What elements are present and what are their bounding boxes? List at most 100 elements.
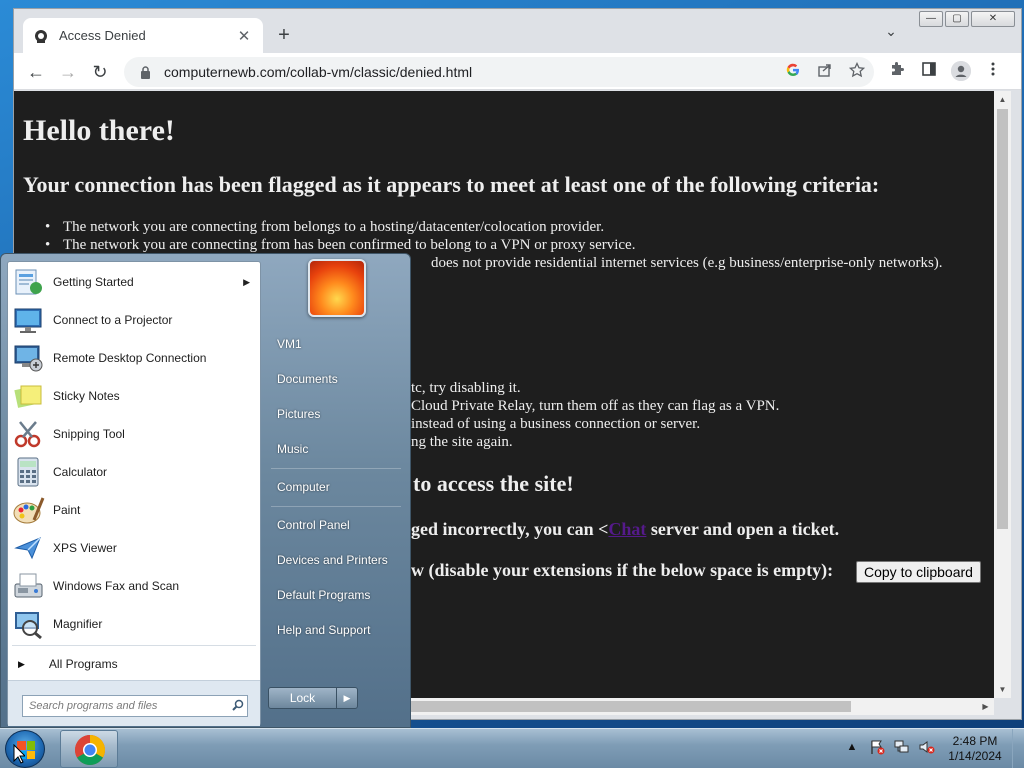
program-paint[interactable]: Paint xyxy=(12,491,258,529)
bookmark-star-icon[interactable] xyxy=(848,61,866,82)
google-lens-icon[interactable] xyxy=(784,62,802,82)
copy-to-clipboard-button[interactable]: Copy to clipboard xyxy=(856,561,981,583)
all-programs-item[interactable]: ▶ All Programs xyxy=(18,657,118,671)
start-menu: Getting Started ▶ Connect to a Projector… xyxy=(0,253,411,728)
right-item-computer[interactable]: Computer xyxy=(277,480,330,494)
program-label: XPS Viewer xyxy=(53,541,117,555)
programs-divider xyxy=(12,645,256,646)
program-remote-desktop[interactable]: Remote Desktop Connection xyxy=(12,339,258,377)
right-item-user[interactable]: VM1 xyxy=(277,337,302,351)
scroll-down-icon[interactable]: ▼ xyxy=(994,681,1011,698)
share-icon[interactable] xyxy=(816,62,834,82)
sticky-notes-icon xyxy=(12,380,46,412)
program-label: Magnifier xyxy=(53,617,103,631)
side-panel-icon[interactable] xyxy=(919,61,939,81)
getting-started-icon xyxy=(12,266,46,298)
program-calculator[interactable]: Calculator xyxy=(12,453,258,491)
minimize-button[interactable]: — xyxy=(919,11,943,27)
close-window-button[interactable]: ✕ xyxy=(971,11,1015,27)
taskbar-chrome-button[interactable] xyxy=(60,730,118,768)
show-hidden-icons-icon[interactable]: ▲ xyxy=(844,739,860,755)
program-fax-scan[interactable]: Windows Fax and Scan xyxy=(12,567,258,605)
url-text: computernewb.com/collab-vm/classic/denie… xyxy=(164,64,473,80)
program-label: Connect to a Projector xyxy=(53,313,173,327)
user-picture[interactable] xyxy=(308,259,366,317)
start-menu-programs-pane: Getting Started ▶ Connect to a Projector… xyxy=(7,261,261,726)
clock-date: 1/14/2024 xyxy=(948,749,1002,763)
tab-title: Access Denied xyxy=(59,28,146,43)
reload-button[interactable]: ↻ xyxy=(88,60,112,84)
program-label: Windows Fax and Scan xyxy=(53,579,180,593)
scroll-right-icon[interactable]: ▶ xyxy=(977,698,994,715)
right-item-pictures[interactable]: Pictures xyxy=(277,407,320,421)
chrome-logo-icon xyxy=(74,735,106,766)
new-tab-button[interactable]: + xyxy=(272,23,296,47)
back-button[interactable]: ← xyxy=(24,60,48,84)
tab-strip: Access Denied ✕ + ⌄ — ▢ ✕ xyxy=(14,9,1021,53)
tip-item: tc, try disabling it. xyxy=(411,380,521,396)
start-search-input[interactable]: Search programs and files xyxy=(22,695,248,717)
extensions-puzzle-icon[interactable] xyxy=(887,61,907,81)
menu-kebab-icon[interactable] xyxy=(983,61,1003,81)
system-tray: ▲ xyxy=(844,739,935,755)
program-sticky-notes[interactable]: Sticky Notes xyxy=(12,377,258,415)
right-item-documents[interactable]: Documents xyxy=(277,372,338,386)
chat-link[interactable]: Chat xyxy=(608,519,646,539)
vertical-scrollbar[interactable]: ▲ ▼ xyxy=(994,91,1011,698)
right-item-default-programs[interactable]: Default Programs xyxy=(277,588,370,602)
start-button[interactable] xyxy=(5,730,45,768)
criteria-item: The network you are connecting from belo… xyxy=(63,219,605,235)
flagged-text-post: server and open a ticket. xyxy=(646,519,840,539)
program-xps-viewer[interactable]: XPS Viewer xyxy=(12,529,258,567)
lock-button[interactable]: Lock xyxy=(269,688,337,708)
taskbar: ▲ 2:48 PM 1/14/2024 xyxy=(0,728,1024,768)
tip-item: ng the site again. xyxy=(411,434,513,450)
calculator-icon xyxy=(12,456,46,488)
mouse-cursor-icon xyxy=(13,744,25,764)
shutdown-options-arrow-icon[interactable]: ▶ xyxy=(337,688,357,708)
program-label: Calculator xyxy=(53,465,108,479)
scroll-up-icon[interactable]: ▲ xyxy=(994,91,1011,108)
program-label: Paint xyxy=(53,503,81,517)
tip-item: instead of using a business connection o… xyxy=(411,416,701,432)
forward-button[interactable]: → xyxy=(56,60,80,84)
profile-avatar-icon[interactable] xyxy=(951,61,971,81)
program-magnifier[interactable]: Magnifier xyxy=(12,605,258,643)
search-icon xyxy=(229,699,247,714)
all-programs-label: All Programs xyxy=(48,657,118,671)
clock[interactable]: 2:48 PM 1/14/2024 xyxy=(940,734,1010,764)
vertical-scroll-thumb[interactable] xyxy=(997,109,1008,529)
address-bar[interactable]: computernewb.com/collab-vm/classic/denie… xyxy=(124,57,874,87)
tab-access-denied[interactable]: Access Denied ✕ xyxy=(23,18,263,53)
tab-close-icon[interactable]: ✕ xyxy=(235,27,253,45)
tab-search-icon[interactable]: ⌄ xyxy=(881,23,901,43)
horizontal-scroll-thumb[interactable] xyxy=(411,701,851,712)
action-center-flag-icon[interactable] xyxy=(869,739,885,755)
browser-toolbar: ← → ↻ computernewb.com/collab-vm/classic… xyxy=(14,53,1021,90)
right-item-control-panel[interactable]: Control Panel xyxy=(277,518,350,532)
projector-icon xyxy=(12,304,46,336)
tip-item: Cloud Private Relay, turn them off as th… xyxy=(411,398,780,414)
show-desktop-button[interactable] xyxy=(1012,729,1024,768)
right-item-devices-printers[interactable]: Devices and Printers xyxy=(277,553,388,567)
program-getting-started[interactable]: Getting Started ▶ xyxy=(12,263,258,301)
right-item-help-support[interactable]: Help and Support xyxy=(277,623,370,637)
network-icon[interactable] xyxy=(894,739,910,755)
clock-time: 2:48 PM xyxy=(952,734,998,748)
page-heading: Hello there! xyxy=(23,114,175,147)
access-heading: to access the site! xyxy=(413,471,574,496)
all-programs-arrow-icon: ▶ xyxy=(18,658,25,669)
flagged-text-pre: ged incorrectly, you can < xyxy=(411,519,609,539)
lock-icon[interactable] xyxy=(138,65,152,79)
program-label: Snipping Tool xyxy=(53,427,125,441)
page-subheading: Your connection has been flagged as it a… xyxy=(23,172,880,197)
maximize-button[interactable]: ▢ xyxy=(945,11,969,27)
program-snipping-tool[interactable]: Snipping Tool xyxy=(12,415,258,453)
xps-viewer-icon xyxy=(12,532,46,564)
program-label: Remote Desktop Connection xyxy=(53,351,207,365)
search-placeholder: Search programs and files xyxy=(29,700,158,712)
right-item-music[interactable]: Music xyxy=(277,442,308,456)
snipping-tool-icon xyxy=(12,418,46,450)
program-connect-projector[interactable]: Connect to a Projector xyxy=(12,301,258,339)
volume-muted-icon[interactable] xyxy=(919,739,935,755)
